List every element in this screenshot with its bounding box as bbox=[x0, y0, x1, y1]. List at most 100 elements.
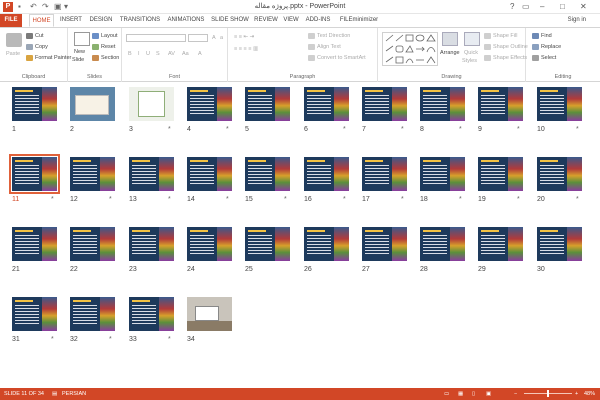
italic-icon[interactable]: I bbox=[138, 50, 140, 58]
transition-star-icon[interactable]: * bbox=[51, 196, 54, 203]
slide-thumbnail[interactable] bbox=[362, 87, 407, 121]
slide-thumbnail[interactable] bbox=[245, 227, 290, 261]
strikethrough-icon[interactable]: S bbox=[156, 50, 160, 58]
slide-thumbnail[interactable] bbox=[70, 297, 115, 331]
transition-star-icon[interactable]: * bbox=[168, 336, 171, 343]
font-size-field[interactable] bbox=[188, 34, 208, 42]
slide-thumbnail[interactable] bbox=[478, 227, 523, 261]
slide-thumbnail[interactable] bbox=[362, 157, 407, 191]
tab-file[interactable]: FILE bbox=[0, 14, 22, 27]
tab-animations[interactable]: ANIMATIONS bbox=[165, 14, 207, 27]
shape-fill-button[interactable]: Shape Fill bbox=[484, 32, 517, 40]
transition-star-icon[interactable]: * bbox=[459, 196, 462, 203]
zoom-in-button[interactable]: + bbox=[575, 388, 578, 400]
sign-in-link[interactable]: Sign in bbox=[568, 14, 586, 27]
transition-star-icon[interactable]: * bbox=[343, 126, 346, 133]
close-icon[interactable]: ✕ bbox=[580, 0, 587, 13]
zoom-slider-thumb[interactable] bbox=[547, 390, 549, 397]
layout-button[interactable]: Layout bbox=[92, 32, 118, 40]
select-button[interactable]: Select bbox=[532, 54, 556, 62]
change-case-icon[interactable]: Aa bbox=[182, 50, 189, 58]
slide-thumbnail[interactable] bbox=[537, 227, 582, 261]
slide-thumbnail[interactable] bbox=[187, 297, 232, 331]
slide-thumbnail[interactable] bbox=[70, 87, 115, 121]
transition-star-icon[interactable]: * bbox=[576, 126, 579, 133]
align-text-button[interactable]: Align Text bbox=[308, 43, 341, 51]
slide-thumbnail[interactable] bbox=[245, 157, 290, 191]
transition-star-icon[interactable]: * bbox=[51, 336, 54, 343]
quick-styles-icon[interactable] bbox=[464, 32, 480, 46]
slide-thumbnail[interactable] bbox=[245, 87, 290, 121]
slide-thumbnail[interactable] bbox=[129, 227, 174, 261]
character-spacing-icon[interactable]: AV bbox=[168, 50, 175, 58]
tab-insert[interactable]: INSERT bbox=[58, 14, 84, 27]
shape-effects-button[interactable]: Shape Effects bbox=[484, 54, 527, 62]
find-button[interactable]: Find bbox=[532, 32, 552, 40]
shapes-gallery[interactable] bbox=[382, 32, 438, 66]
slide-thumbnail[interactable] bbox=[304, 227, 349, 261]
arrange-button[interactable]: Arrange bbox=[440, 49, 460, 57]
paste-button[interactable]: Paste bbox=[6, 50, 20, 58]
slide-thumbnail[interactable] bbox=[187, 87, 232, 121]
slide-thumbnail[interactable] bbox=[537, 87, 582, 121]
quick-styles-button[interactable]: Quick bbox=[464, 49, 478, 57]
slide-thumbnail[interactable] bbox=[129, 157, 174, 191]
transition-star-icon[interactable]: * bbox=[226, 196, 229, 203]
transition-star-icon[interactable]: * bbox=[401, 196, 404, 203]
grow-font-icon[interactable]: A bbox=[212, 34, 216, 42]
zoom-out-button[interactable]: − bbox=[514, 388, 517, 400]
slide-thumbnail[interactable] bbox=[12, 227, 57, 261]
reset-button[interactable]: Reset bbox=[92, 43, 115, 51]
section-button[interactable]: Section bbox=[92, 54, 119, 62]
slide-thumbnail[interactable] bbox=[304, 87, 349, 121]
transition-star-icon[interactable]: * bbox=[226, 126, 229, 133]
underline-icon[interactable]: U bbox=[146, 50, 150, 58]
transition-star-icon[interactable]: * bbox=[401, 126, 404, 133]
transition-star-icon[interactable]: * bbox=[109, 196, 112, 203]
slide-thumbnail[interactable] bbox=[420, 87, 465, 121]
slide-thumbnail[interactable] bbox=[129, 297, 174, 331]
transition-star-icon[interactable]: * bbox=[168, 196, 171, 203]
tab-design[interactable]: DESIGN bbox=[88, 14, 114, 27]
slide-thumbnail[interactable] bbox=[420, 157, 465, 191]
format-painter-button[interactable]: Format Painter bbox=[26, 54, 71, 62]
shrink-font-icon[interactable]: a bbox=[220, 34, 223, 42]
transition-star-icon[interactable]: * bbox=[459, 126, 462, 133]
slide-thumbnail[interactable] bbox=[478, 87, 523, 121]
slide-thumbnail[interactable] bbox=[9, 154, 60, 194]
transition-star-icon[interactable]: * bbox=[576, 196, 579, 203]
replace-button[interactable]: Replace bbox=[532, 43, 561, 51]
transition-star-icon[interactable]: * bbox=[343, 196, 346, 203]
slide-thumbnail[interactable] bbox=[304, 157, 349, 191]
slide-thumbnail[interactable] bbox=[420, 227, 465, 261]
align-icons[interactable]: ≡ ≡ ≡ ≡ ▥ bbox=[234, 45, 258, 53]
reading-view-icon[interactable]: ▯ bbox=[472, 388, 475, 400]
transition-star-icon[interactable]: * bbox=[517, 126, 520, 133]
slide-sorter-view-icon[interactable]: ▦ bbox=[458, 388, 463, 400]
transition-star-icon[interactable]: * bbox=[109, 336, 112, 343]
tab-fileminimizer[interactable]: FILEminimizer bbox=[337, 14, 381, 27]
bullets-icon[interactable]: ≡ ≡ ⇤ ⇥ bbox=[234, 33, 254, 41]
font-name-field[interactable] bbox=[126, 34, 186, 42]
tab-add-ins[interactable]: ADD-INS bbox=[303, 14, 333, 27]
text-direction-button[interactable]: Text Direction bbox=[308, 32, 350, 40]
normal-view-icon[interactable]: ▭ bbox=[444, 388, 449, 400]
bold-icon[interactable]: B bbox=[128, 50, 132, 58]
tab-transitions[interactable]: TRANSITIONS bbox=[118, 14, 162, 27]
slide-thumbnail[interactable] bbox=[70, 157, 115, 191]
paste-icon[interactable] bbox=[6, 33, 22, 47]
maximize-icon[interactable]: □ bbox=[560, 0, 565, 13]
ribbon-display-options-icon[interactable]: ▭ bbox=[522, 0, 530, 13]
arrange-icon[interactable] bbox=[442, 32, 458, 46]
cut-button[interactable]: Cut bbox=[26, 32, 44, 40]
slide-thumbnail[interactable] bbox=[537, 157, 582, 191]
transition-star-icon[interactable]: * bbox=[284, 196, 287, 203]
convert-smartart-button[interactable]: Convert to SmartArt bbox=[308, 54, 366, 62]
new-slide-label-2[interactable]: Slide bbox=[72, 56, 84, 64]
tab-view[interactable]: VIEW bbox=[282, 14, 300, 27]
tab-home[interactable]: HOME bbox=[29, 14, 54, 27]
transition-star-icon[interactable]: * bbox=[517, 196, 520, 203]
help-icon[interactable]: ? bbox=[510, 0, 514, 13]
language-status[interactable]: PERSIAN bbox=[62, 388, 86, 400]
copy-button[interactable]: Copy bbox=[26, 43, 48, 51]
